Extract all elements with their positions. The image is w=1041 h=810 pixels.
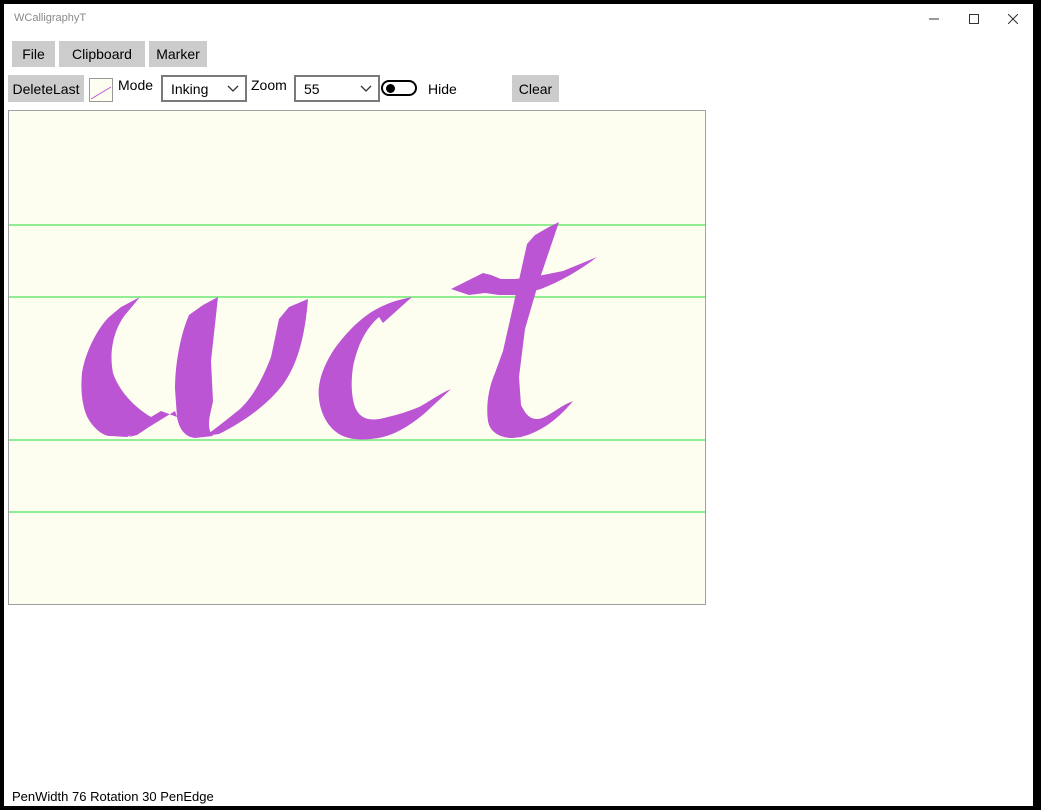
minimize-button[interactable] — [914, 4, 954, 34]
toggle-knob — [386, 84, 395, 93]
app-window: WCalligraphyT File Clipboard Marker Dele… — [4, 4, 1033, 806]
pen-color-swatch-icon — [90, 86, 112, 100]
title-bar: WCalligraphyT — [4, 4, 1033, 34]
ink-canvas-surface — [9, 222, 705, 513]
ink-stroke-c — [318, 297, 451, 440]
mode-label: Mode — [118, 77, 154, 93]
zoom-value: 55 — [304, 81, 320, 97]
ink-stroke-w2 — [175, 297, 218, 438]
hide-toggle[interactable] — [381, 80, 417, 96]
pen-width-value: 76 — [72, 789, 87, 804]
ink-strokes — [81, 222, 597, 440]
maximize-icon — [969, 14, 979, 24]
ink-stroke-t-stem — [487, 222, 573, 438]
pen-edge-label: PenEdge — [160, 789, 214, 804]
chevron-down-icon — [227, 85, 239, 92]
status-bar: PenWidth 76 Rotation 30 PenEdge — [12, 789, 214, 804]
clipboard-menu-button[interactable]: Clipboard — [59, 41, 145, 67]
ink-stroke-w3 — [205, 299, 308, 436]
app-title: WCalligraphyT — [14, 12, 87, 24]
zoom-dropdown[interactable]: 55 — [294, 75, 380, 102]
file-menu-button[interactable]: File — [12, 41, 55, 67]
marker-menu-button[interactable]: Marker — [149, 41, 207, 67]
rotation-label: Rotation — [90, 789, 139, 804]
hide-label: Hide — [428, 81, 457, 97]
pen-width-label: PenWidth — [12, 789, 69, 804]
ink-canvas[interactable] — [8, 110, 706, 605]
clear-button[interactable]: Clear — [512, 75, 559, 102]
zoom-label: Zoom — [251, 77, 287, 93]
mode-dropdown[interactable]: Inking — [161, 75, 247, 102]
maximize-button[interactable] — [954, 4, 994, 34]
minimize-icon — [929, 18, 939, 20]
close-button[interactable] — [993, 4, 1033, 34]
pen-color-button[interactable] — [89, 78, 113, 102]
close-icon — [1008, 14, 1018, 24]
mode-value: Inking — [171, 81, 209, 97]
ink-stroke-w1 — [81, 297, 151, 437]
delete-last-button[interactable]: DeleteLast — [8, 75, 84, 102]
rotation-value: 30 — [142, 789, 157, 804]
chevron-down-icon — [360, 85, 372, 92]
